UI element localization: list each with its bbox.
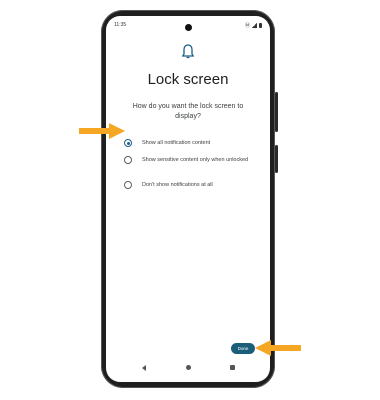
- volume-button: [275, 145, 278, 173]
- status-icons: Ⓜ: [245, 22, 262, 29]
- radio-dont-show[interactable]: [124, 181, 132, 189]
- signal-icon: [252, 23, 257, 28]
- radio-sensitive-only[interactable]: [124, 156, 132, 164]
- option-show-all[interactable]: Show all notification content: [124, 139, 264, 147]
- done-button[interactable]: Done: [231, 343, 255, 354]
- status-time: 11:35: [114, 22, 127, 28]
- option-label: Show sensitive content only when unlocke…: [142, 157, 249, 163]
- nav-bar: [106, 364, 270, 374]
- battery-icon: [259, 23, 262, 28]
- arrow-right-icon: [79, 123, 125, 139]
- page-title: Lock screen: [147, 71, 229, 88]
- option-sensitive-only[interactable]: Show sensitive content only when unlocke…: [124, 156, 264, 164]
- recents-icon[interactable]: [230, 365, 235, 370]
- option-label: Don't show notifications at all: [142, 182, 213, 188]
- arrow-left-icon: [255, 340, 301, 356]
- home-icon[interactable]: [186, 365, 191, 370]
- question-text: How do you want the lock screen to displ…: [132, 103, 244, 120]
- power-button: [275, 92, 278, 132]
- status-extra-icon: Ⓜ: [244, 23, 250, 29]
- phone-screen: 11:35 Ⓜ Lock screen How do you want the …: [106, 16, 270, 382]
- option-label: Show all notification content: [142, 140, 211, 146]
- bell-icon: [182, 44, 194, 59]
- radio-show-all[interactable]: [124, 139, 132, 147]
- back-icon[interactable]: [142, 365, 146, 371]
- front-camera: [185, 24, 192, 31]
- option-dont-show[interactable]: Don't show notifications at all: [124, 181, 264, 189]
